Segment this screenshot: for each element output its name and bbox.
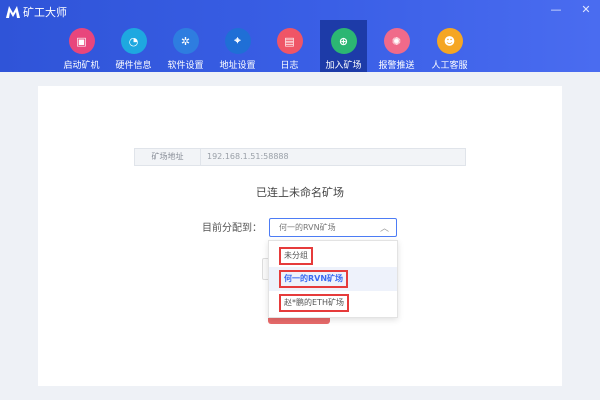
- connection-status: 已连上未命名矿场: [256, 186, 344, 199]
- tab-label: 日志: [280, 61, 299, 71]
- tab-gauge[interactable]: ◔ 硬件信息: [110, 20, 157, 72]
- tab-join[interactable]: ⊕ 加入矿场: [320, 20, 367, 72]
- gauge-icon: ◔: [120, 28, 147, 54]
- location-icon: ⌖: [224, 28, 251, 54]
- join-icon: ⊕: [330, 28, 357, 54]
- close-button[interactable]: ✕: [579, 3, 593, 17]
- tab-alarm[interactable]: ✺ 报警推送: [373, 20, 420, 72]
- mine-group-selected: 何一的RVN矿场: [279, 223, 336, 232]
- option-label: 赵*鹏的ETH矿场: [279, 294, 349, 312]
- dropdown-option-eth[interactable]: 赵*鹏的ETH矿场: [269, 291, 397, 315]
- tab-label: 硬件信息: [115, 61, 152, 71]
- tab-label: 软件设置: [167, 61, 204, 71]
- tab-location[interactable]: ⌖ 地址设置: [214, 20, 261, 72]
- tab-label: 加入矿场: [325, 61, 362, 71]
- app-logo: 矿工大师: [6, 4, 67, 20]
- alarm-icon: ✺: [383, 28, 410, 54]
- document-icon: ▤: [276, 28, 303, 54]
- tab-document[interactable]: ▤ 日志: [266, 20, 313, 72]
- mine-group-dropdown: 未分组 何一的RVN矿场 赵*鹏的ETH矿场: [268, 240, 398, 318]
- mine-address-value: 192.168.1.51:58888: [207, 152, 289, 161]
- app-title: 矿工大师: [23, 6, 67, 19]
- tab-gear[interactable]: ✲ 软件设置: [162, 20, 209, 72]
- gear-icon: ✲: [172, 28, 199, 54]
- tab-label: 人工客服: [431, 61, 468, 71]
- dropdown-option-rvn[interactable]: 何一的RVN矿场: [269, 267, 397, 291]
- tab-headset[interactable]: ☻ 人工客服: [426, 20, 473, 72]
- option-label: 何一的RVN矿场: [279, 270, 349, 288]
- tab-monitor[interactable]: ▣ 启动矿机: [58, 20, 105, 72]
- headset-icon: ☻: [436, 28, 463, 54]
- mine-group-select[interactable]: 何一的RVN矿场 ︿: [269, 218, 397, 237]
- minimize-button[interactable]: —: [549, 3, 563, 17]
- logo-icon: [6, 6, 20, 18]
- assign-label: 目前分配到：: [202, 223, 262, 234]
- dropdown-option-ungrouped[interactable]: 未分组: [269, 244, 397, 268]
- monitor-icon: ▣: [68, 28, 95, 54]
- tab-label: 报警推送: [378, 61, 415, 71]
- app-header: 矿工大师 — ✕ ▣ 启动矿机 ◔ 硬件信息 ✲ 软件设置 ⌖ 地址设置 ▤ 日志 ⊕ 加入矿场 ✺ 报警…: [0, 0, 600, 72]
- mine-address-label: 矿场地址: [135, 149, 201, 165]
- tab-label: 地址设置: [219, 61, 256, 71]
- join-mine-panel: 矿场地址 192.168.1.51:58888 已连上未命名矿场 目前分配到： …: [38, 86, 562, 386]
- chevron-up-icon: ︿: [379, 224, 389, 234]
- option-label: 未分组: [279, 247, 313, 265]
- tab-label: 启动矿机: [63, 61, 100, 71]
- mine-address-field[interactable]: 矿场地址 192.168.1.51:58888: [134, 148, 466, 166]
